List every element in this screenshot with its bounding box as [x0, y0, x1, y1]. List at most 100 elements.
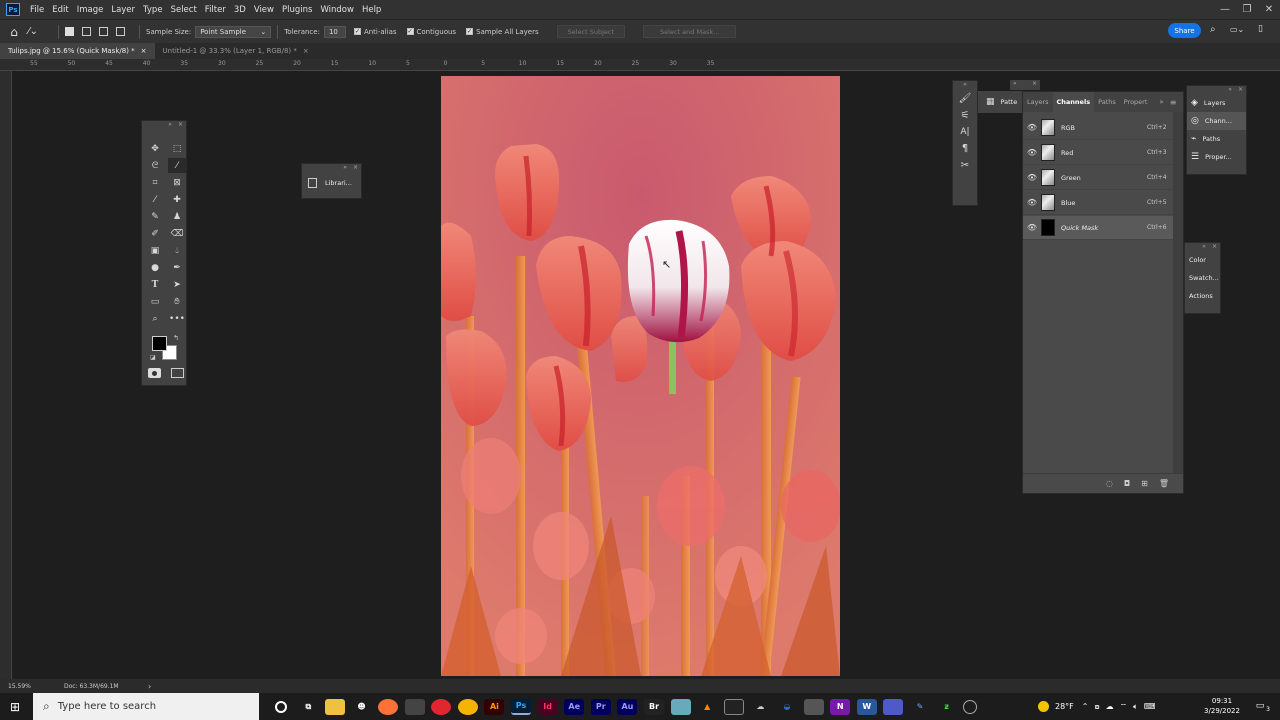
menu-plugins[interactable]: Plugins	[278, 5, 316, 15]
menu-file[interactable]: File	[26, 5, 48, 15]
load-selection-icon[interactable]: ◌	[1106, 479, 1113, 488]
sample-size-select[interactable]: Point Sample ⌄	[195, 25, 272, 38]
cortana-icon[interactable]	[275, 700, 287, 713]
panel-menu-icon[interactable]: ≡	[1170, 98, 1177, 107]
libraries-label[interactable]: Librari...	[325, 179, 352, 187]
app-icon-mask[interactable]: ☻	[351, 699, 371, 715]
app-icon-image[interactable]	[803, 698, 824, 715]
brush-settings-icon[interactable]: 🖌︎	[959, 93, 972, 104]
visibility-eye-icon[interactable]: 👁︎	[1025, 123, 1039, 132]
tab-tulips[interactable]: Tulips.jpg @ 15.6% (Quick Mask/8) * ×	[0, 43, 155, 59]
cloud-icon[interactable]: ☁	[1106, 702, 1114, 711]
workspace-icon[interactable]: ▭⌄	[1230, 25, 1244, 34]
app-icon-cloud[interactable]: ☁	[750, 699, 770, 715]
brush-tool-icon[interactable]: ✎	[146, 209, 164, 224]
onenote-icon[interactable]: N	[830, 698, 851, 715]
tab-channels[interactable]: Channels	[1052, 92, 1095, 112]
collapse-icon[interactable]: »	[953, 81, 977, 89]
panel-item-color[interactable]: Color	[1185, 251, 1220, 269]
tab-properties[interactable]: Propert	[1120, 92, 1152, 112]
menu-help[interactable]: Help	[358, 5, 385, 15]
hand-tool-icon[interactable]: ✋︎	[168, 294, 186, 309]
collapse-icon[interactable]: »	[1202, 243, 1206, 251]
healing-brush-tool-icon[interactable]: ✚	[168, 192, 186, 207]
restore-button[interactable]: ❐	[1236, 4, 1258, 15]
language-icon[interactable]: ⌨	[1144, 702, 1156, 711]
windows-start-icon[interactable]: ⊞	[10, 700, 20, 714]
quick-mask-icon[interactable]	[148, 368, 161, 378]
app-icon-circle[interactable]	[963, 699, 978, 714]
panel-item-paths[interactable]: ⌁ Paths	[1187, 130, 1246, 148]
tab-untitled[interactable]: Untitled-1 @ 33.3% (Layer 1, RGB/8) * ×	[155, 43, 317, 59]
firefox-icon[interactable]	[378, 698, 399, 715]
collapse-icon[interactable]: »	[1013, 80, 1017, 90]
marquee-tool-icon[interactable]: ⬚	[168, 141, 186, 156]
channel-row-green[interactable]: 👁︎ Green Ctrl+4	[1023, 166, 1173, 190]
channel-row-quick-mask[interactable]: 👁︎ Quick Mask Ctrl+6	[1023, 216, 1173, 240]
wifi-icon[interactable]: ⌔	[1120, 702, 1128, 712]
channel-row-blue[interactable]: 👁︎ Blue Ctrl+5	[1023, 191, 1173, 215]
anti-alias-checkbox[interactable]: ✓	[353, 28, 361, 35]
history-brush-tool-icon[interactable]: ✐	[146, 226, 164, 241]
weather-icon[interactable]	[1038, 701, 1049, 712]
add-to-selection-icon[interactable]	[82, 27, 91, 36]
network-icon[interactable]: ⧇	[1094, 702, 1099, 712]
menu-3d[interactable]: 3D	[230, 5, 250, 15]
more-tools-icon[interactable]: •••	[168, 311, 186, 326]
move-tool-icon[interactable]: ✥	[146, 141, 164, 156]
panel-toggle-icon[interactable]: ▯	[1258, 24, 1263, 34]
audition-icon[interactable]: Au	[617, 698, 638, 715]
visibility-eye-icon[interactable]: 👁︎	[1025, 148, 1039, 157]
crop-tool-icon[interactable]: ⌗	[146, 175, 164, 190]
new-channel-icon[interactable]: ⊞	[1141, 479, 1148, 488]
chrome-icon[interactable]	[457, 698, 478, 715]
adjustments-icon[interactable]: ⚟	[961, 110, 970, 121]
menu-filter[interactable]: Filter	[201, 5, 230, 15]
pen-tool-icon[interactable]: ✒	[168, 260, 186, 275]
subtract-selection-icon[interactable]	[99, 27, 108, 36]
app-icon-blue[interactable]: ◒	[777, 699, 797, 715]
eyedropper-tool-icon[interactable]: ⁄	[146, 192, 164, 207]
visibility-eye-icon[interactable]: 👁︎	[1025, 173, 1039, 182]
lasso-tool-icon[interactable]: ᘓ	[146, 158, 164, 173]
close-icon[interactable]: ×	[1238, 86, 1243, 94]
menu-window[interactable]: Window	[316, 5, 358, 15]
tolerance-input[interactable]: 10	[323, 25, 346, 38]
menu-type[interactable]: Type	[139, 5, 167, 15]
default-colors-icon[interactable]: ◪	[150, 354, 156, 361]
panel-item-channels[interactable]: ◎ Chann...	[1187, 112, 1246, 130]
contiguous-checkbox[interactable]: ✓	[406, 28, 414, 35]
gradient-tool-icon[interactable]: ▣	[146, 243, 164, 258]
close-icon[interactable]: ×	[353, 164, 358, 172]
search-icon[interactable]: ⌕	[1210, 24, 1216, 35]
close-icon[interactable]: ×	[1032, 80, 1037, 90]
panel-item-layers[interactable]: ◈ Layers	[1187, 94, 1246, 112]
select-subject-button[interactable]: Select Subject	[556, 25, 626, 38]
close-window-button[interactable]: ✕	[1258, 4, 1280, 15]
show-hidden-icons-icon[interactable]: ⌃	[1082, 702, 1089, 711]
weather-temperature[interactable]: 28°F	[1055, 702, 1074, 711]
clock[interactable]: 09:31 3/29/2022	[1200, 696, 1244, 716]
illustrator-icon[interactable]: Ai	[484, 698, 505, 715]
panel-item-properties[interactable]: ☰ Proper...	[1187, 148, 1246, 166]
volume-icon[interactable]: 🔈︎	[1133, 702, 1138, 712]
blur-tool-icon[interactable]: 💧︎	[168, 243, 186, 258]
screen-mode-icon[interactable]	[171, 368, 184, 378]
panel-item-actions[interactable]: Actions	[1185, 287, 1220, 305]
minimize-button[interactable]: —	[1214, 4, 1236, 15]
channel-row-rgb[interactable]: 👁︎ RGB Ctrl+2	[1023, 116, 1173, 140]
app-icon-doc[interactable]	[670, 698, 691, 715]
channel-row-red[interactable]: 👁︎ Red Ctrl+3	[1023, 141, 1173, 165]
tulips-image[interactable]: ↖	[441, 76, 840, 676]
close-icon[interactable]: ×	[178, 121, 183, 129]
opera-icon[interactable]	[431, 698, 452, 715]
foreground-color-swatch[interactable]	[152, 336, 167, 351]
taskbar-search-box[interactable]: ⌕ Type here to search	[33, 693, 259, 720]
status-menu-arrow[interactable]: ›	[148, 682, 151, 691]
terminal-icon[interactable]	[723, 698, 744, 715]
expand-icon[interactable]: »	[1159, 98, 1163, 106]
file-explorer-icon[interactable]	[324, 698, 345, 715]
after-effects-icon[interactable]: Ae	[564, 698, 585, 715]
close-icon[interactable]: ×	[141, 47, 147, 55]
paragraph-icon[interactable]: ¶	[962, 143, 968, 154]
